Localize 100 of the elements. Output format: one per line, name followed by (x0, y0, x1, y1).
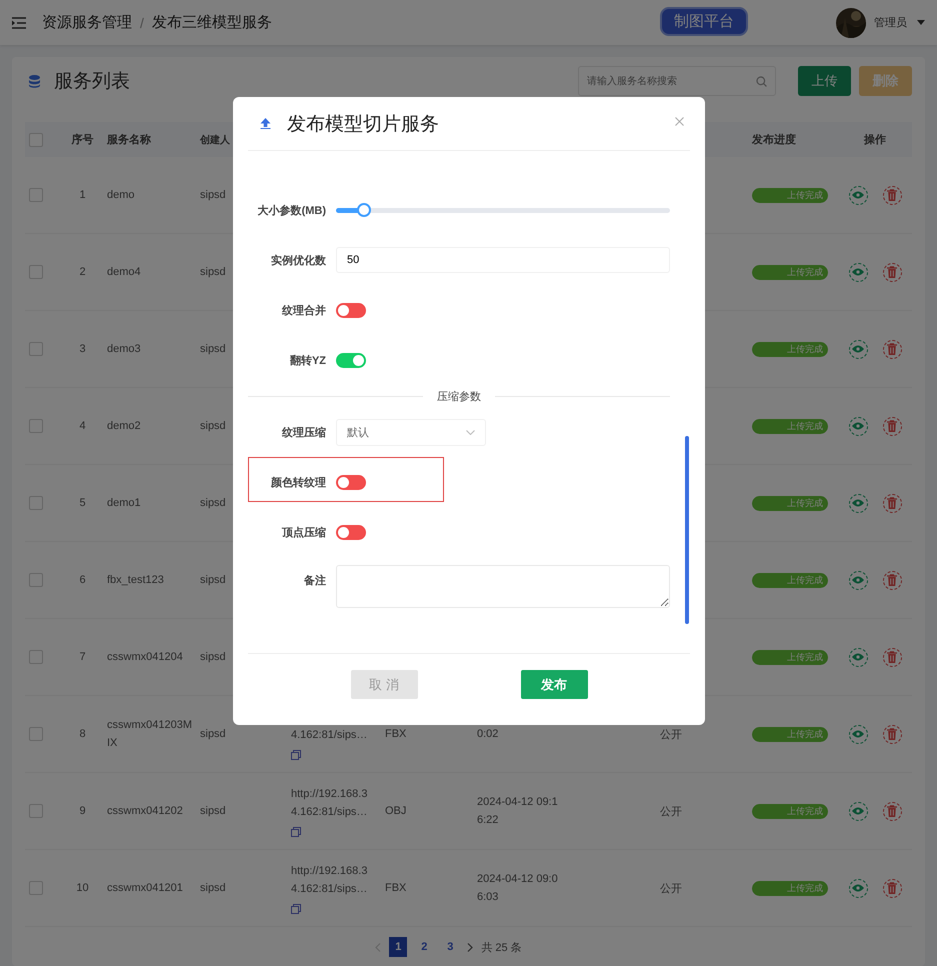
delete-button[interactable] (882, 494, 902, 512)
table-cell: OBJ (385, 805, 406, 817)
field-label: 大小参数(MB) (256, 204, 326, 218)
previous-page-icon[interactable] (375, 942, 382, 952)
breadcrumb-separator: / (140, 14, 144, 30)
trash-icon (887, 805, 897, 817)
eye-icon (852, 653, 864, 661)
delete-button[interactable] (882, 878, 902, 898)
search-field[interactable]: 请输入服务名称搜索 (578, 66, 776, 96)
checkbox[interactable] (29, 342, 43, 356)
view-button[interactable] (848, 340, 868, 358)
toolbar-button[interactable]: 上传 (798, 66, 851, 96)
progress-text: 上传完成 (787, 882, 824, 894)
page-button[interactable]: 3 (441, 937, 460, 957)
menu-icon[interactable] (12, 16, 26, 28)
chevron-down-icon (466, 430, 475, 434)
progress-text: 上传完成 (787, 728, 824, 740)
table-cell-text: demo4 (107, 265, 142, 280)
table-cell: sipsd (200, 343, 226, 355)
copy-icon[interactable] (291, 750, 301, 760)
delete-button[interactable] (882, 340, 902, 358)
checkbox[interactable] (29, 881, 43, 895)
checkbox[interactable] (29, 419, 43, 433)
page-button[interactable]: 1 (389, 937, 408, 957)
slider-handle[interactable] (356, 203, 371, 217)
view-button[interactable] (848, 494, 868, 512)
table-cell-text: http://192.168.34.162:81/sips… (291, 864, 368, 897)
page-button[interactable]: 2 (415, 937, 434, 957)
upload-icon (260, 118, 271, 129)
remarks-field[interactable] (336, 565, 670, 608)
toggle-switch[interactable] (336, 524, 366, 540)
view-button[interactable] (848, 648, 868, 666)
field-label: 纹理压缩 (280, 426, 326, 440)
view-button[interactable] (848, 724, 868, 744)
delete-button[interactable] (882, 648, 902, 666)
scrollbar[interactable] (685, 436, 689, 624)
table-cell-text: csswmx041201 (107, 881, 184, 896)
next-page-icon[interactable] (467, 942, 474, 952)
table-cell: sipsd (200, 651, 226, 663)
view-button[interactable] (848, 416, 868, 436)
eye-icon (852, 268, 864, 276)
table-cell-text: csswmx041202 (107, 804, 184, 819)
trash-icon (887, 882, 897, 894)
view-button[interactable] (848, 802, 868, 820)
table-cell-text: csswmx041203MIX (107, 718, 192, 751)
checkbox[interactable] (29, 132, 43, 146)
table-cell-text: demo3 (107, 342, 142, 357)
input-field[interactable]: 50 (336, 247, 670, 273)
eye-icon (852, 345, 864, 353)
checkbox[interactable] (29, 804, 43, 818)
slider[interactable] (336, 203, 670, 217)
user-name[interactable]: 管理员 (874, 15, 907, 30)
table-cell-text: 公开 (660, 804, 682, 818)
delete-button[interactable] (882, 262, 902, 282)
view-button[interactable] (848, 186, 868, 204)
field-label: 实例优化数 (270, 254, 326, 268)
checkbox[interactable] (29, 650, 43, 664)
checkbox[interactable] (29, 188, 43, 202)
field-label: 翻转YZ (288, 354, 326, 368)
toggle-switch[interactable] (336, 302, 366, 318)
table-cell: sipsd (200, 189, 226, 201)
trash-icon (887, 343, 897, 355)
dialog-button[interactable]: 发布 (520, 670, 588, 699)
delete-button[interactable] (882, 724, 902, 744)
table-cell-text: 2024-04-12 09:06:03 (477, 872, 559, 905)
select-field[interactable]: 默认 (336, 418, 486, 446)
platform-badge[interactable]: 制图平台 (660, 7, 748, 36)
eye-icon (852, 884, 864, 892)
breadcrumb-item[interactable]: 资源服务管理 (42, 13, 132, 32)
checkbox[interactable] (29, 727, 43, 741)
delete-button[interactable] (882, 186, 902, 204)
copy-icon[interactable] (291, 904, 301, 914)
caret-icon[interactable] (917, 20, 925, 25)
table-cell-text: csswmx041204 (107, 650, 184, 665)
view-button[interactable] (848, 570, 868, 590)
close-icon[interactable] (675, 117, 684, 126)
eye-icon (852, 422, 864, 430)
trash-icon (887, 266, 897, 278)
toggle-switch[interactable] (336, 474, 366, 490)
view-button[interactable] (848, 878, 868, 898)
table-cell: 10 (76, 882, 89, 894)
checkbox[interactable] (29, 573, 43, 587)
delete-button[interactable] (882, 802, 902, 820)
table-cell-text: demo1 (107, 496, 142, 511)
delete-button[interactable] (882, 570, 902, 590)
table-cell: sipsd (200, 805, 226, 817)
table-cell: 5 (79, 497, 86, 509)
table-cell-text: 4.162:81/sips… (291, 728, 368, 743)
delete-button[interactable] (882, 416, 902, 436)
table-cell-text: http://192.168.34.162:81/sips… (291, 787, 368, 820)
table-cell: sipsd (200, 882, 226, 894)
view-button[interactable] (848, 262, 868, 282)
table-cell-text: fbx_test123 (107, 573, 165, 588)
checkbox[interactable] (29, 496, 43, 510)
checkbox[interactable] (29, 265, 43, 279)
copy-icon[interactable] (291, 827, 301, 837)
column-header: 创建人 (198, 134, 231, 146)
toggle-switch[interactable] (336, 352, 366, 368)
trash-icon (887, 497, 897, 509)
search-icon[interactable] (756, 76, 767, 87)
